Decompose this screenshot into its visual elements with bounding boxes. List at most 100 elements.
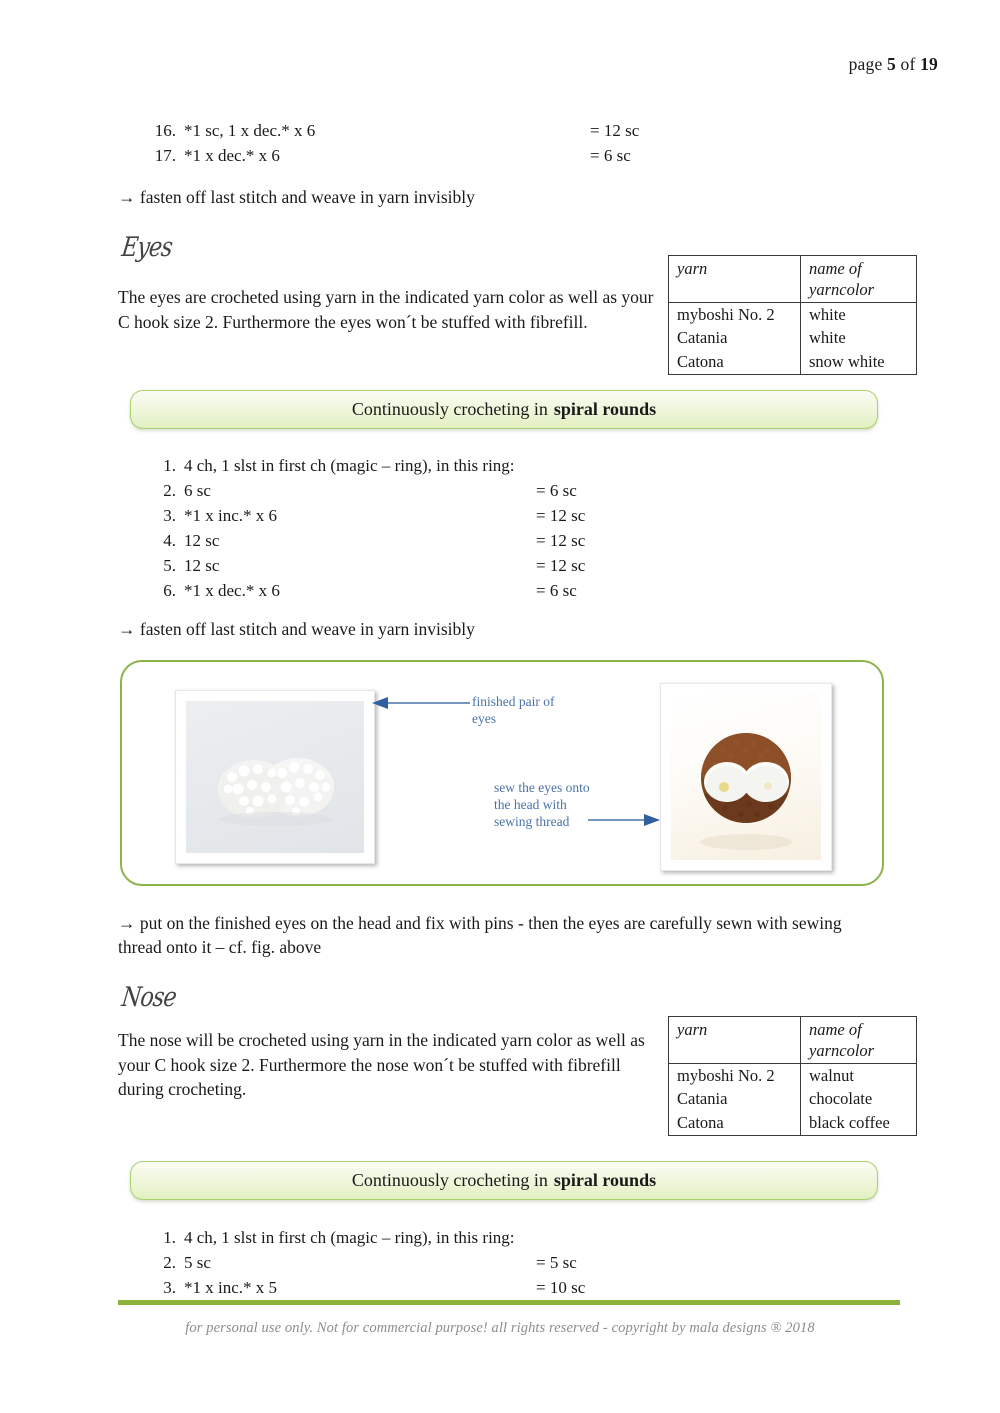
yarncolor-column-header: name of yarncolor: [800, 255, 917, 303]
section-heading-nose: Nose: [120, 982, 178, 1013]
eyes-figure-box: finished pair of eyes sew the eyes onto …: [120, 660, 884, 886]
row-count: = 5 sc: [536, 1253, 577, 1272]
finished-eyes-illustration: [218, 758, 334, 826]
yarn-column-header: yarn: [668, 1016, 801, 1064]
yarn-color: snow white: [800, 349, 917, 375]
table-row: 1. 4 ch, 1 slst in first ch (magic – rin…: [146, 1225, 846, 1250]
photo-owl-head-frame: [660, 683, 832, 871]
table-row: 4. 12 sc = 12 sc: [146, 528, 846, 553]
table-row: 17. *1 x dec.* x 6 = 6 sc: [146, 143, 846, 168]
row-text: *1 x inc.* x 6: [184, 506, 278, 525]
page-number: 5: [887, 54, 896, 74]
row-count: = 6 sc: [590, 146, 631, 165]
row-number: 5.: [163, 556, 176, 575]
table-row: 6. *1 x dec.* x 6 = 6 sc: [146, 578, 846, 603]
row-count: = 6 sc: [536, 481, 577, 500]
yarn-color: black coffee: [800, 1110, 917, 1136]
page-header-middle: of: [900, 54, 916, 74]
row-text: 4 ch, 1 slst in first ch (magic – ring),…: [184, 456, 515, 475]
head-pattern-rows: 16. *1 sc, 1 x dec.* x 6 = 12 sc 17. *1 …: [146, 118, 846, 168]
row-text: *1 sc, 1 x dec.* x 6: [184, 121, 316, 140]
annotation-line1: sew the eyes onto: [494, 780, 590, 795]
footer-divider: [118, 1300, 900, 1305]
table-header-row: yarn name of yarncolor: [668, 255, 917, 303]
table-row: 3. *1 x inc.* x 6 = 12 sc: [146, 503, 846, 528]
photo-finished-eyes: [186, 701, 364, 853]
yarn-name: Catania: [668, 1087, 801, 1110]
yarn-name: Catania: [668, 326, 801, 349]
yarn-color: walnut: [800, 1063, 917, 1087]
yarncolor-column-header: name of yarncolor: [800, 1016, 917, 1064]
row-number: 4.: [163, 531, 176, 550]
section-heading-eyes: Eyes: [120, 232, 174, 263]
row-text: *1 x dec.* x 6: [184, 581, 280, 600]
yarn-name: Catona: [668, 1110, 801, 1136]
yarn-column-header: yarn: [668, 255, 801, 303]
row-number: 3.: [163, 1278, 176, 1297]
table-row: 1. 4 ch, 1 slst in first ch (magic – rin…: [146, 453, 846, 478]
row-text: 5 sc: [184, 1253, 211, 1272]
page-header-prefix: page: [848, 54, 883, 74]
annotation-line2: eyes: [472, 711, 496, 726]
table-row: 2. 6 sc = 6 sc: [146, 478, 846, 503]
row-number: 17.: [154, 146, 176, 165]
yarncolor-header-line1: name of: [809, 1020, 862, 1039]
nose-spiral-rounds-banner: Continuously crocheting in spiral rounds: [130, 1161, 878, 1200]
row-number: 2.: [163, 481, 176, 500]
yarncolor-header-line1: name of: [809, 259, 862, 278]
table-row: 16. *1 sc, 1 x dec.* x 6 = 12 sc: [146, 118, 846, 143]
table-row: Catona snow white: [668, 349, 917, 375]
arrow-to-finished-eyes: [372, 697, 470, 709]
annotation-finished-pair-of-eyes: finished pair of eyes: [472, 693, 602, 727]
row-count: = 10 sc: [536, 1278, 586, 1297]
yarn-name: Catona: [668, 349, 801, 375]
table-row: 5. 12 sc = 12 sc: [146, 553, 846, 578]
eyes-attach-instruction: → put on the finished eyes on the head a…: [118, 913, 842, 957]
yarncolor-header-line2: yarncolor: [809, 1041, 875, 1060]
row-text: 6 sc: [184, 481, 211, 500]
nose-yarn-table: yarn name of yarncolor myboshi No. 2 wal…: [668, 1016, 917, 1136]
annotation-line1: finished pair of: [472, 694, 555, 709]
table-row: Catania white: [668, 326, 917, 349]
table-row: myboshi No. 2 white: [668, 302, 917, 326]
eyes-fasten-off-note: → fasten off last stitch and weave in ya…: [118, 619, 475, 639]
row-count: = 12 sc: [536, 556, 586, 575]
banner-prefix: Continuously crocheting in: [351, 399, 548, 419]
row-text: *1 x inc.* x 5: [184, 1278, 278, 1297]
banner-emphasis: spiral rounds: [553, 1170, 657, 1190]
row-number: 1.: [163, 1228, 176, 1247]
yarncolor-header-line2: yarncolor: [809, 280, 875, 299]
yarn-name: myboshi No. 2: [668, 302, 801, 326]
photo-owl-head: [671, 694, 821, 860]
row-number: 16.: [154, 121, 176, 140]
row-number: 3.: [163, 506, 176, 525]
eyes-description: The eyes are crocheted using yarn in the…: [118, 287, 654, 332]
row-number: 2.: [163, 1253, 176, 1272]
row-text: *1 x dec.* x 6: [184, 146, 280, 165]
eyes-spiral-rounds-banner: Continuously crocheting in spiral rounds: [130, 390, 878, 429]
photo-finished-eyes-frame: [175, 690, 375, 864]
footer-copyright: for personal use only. Not for commercia…: [185, 1320, 815, 1336]
table-row: 3. *1 x inc.* x 5 = 10 sc: [146, 1275, 846, 1300]
yarn-color: chocolate: [800, 1087, 917, 1110]
row-count: = 12 sc: [536, 531, 586, 550]
row-number: 1.: [163, 456, 176, 475]
total-pages: 19: [920, 54, 938, 74]
table-row: 2. 5 sc = 5 sc: [146, 1250, 846, 1275]
banner-prefix: Continuously crocheting in: [351, 1170, 548, 1190]
row-count: = 6 sc: [536, 581, 577, 600]
yarn-color: white: [800, 326, 917, 349]
row-count: = 12 sc: [536, 506, 586, 525]
head-fasten-off-note: → fasten off last stitch and weave in ya…: [118, 187, 475, 207]
eyes-yarn-table: yarn name of yarncolor myboshi No. 2 whi…: [668, 255, 917, 375]
page-header: page 5 of 19: [849, 54, 938, 75]
row-number: 6.: [163, 581, 176, 600]
yarn-color: white: [800, 302, 917, 326]
eyes-pattern-rows: 1. 4 ch, 1 slst in first ch (magic – rin…: [146, 453, 846, 603]
annotation-line3: sewing thread: [494, 814, 570, 829]
row-text: 12 sc: [184, 556, 220, 575]
arrow-to-owl-head: [588, 814, 660, 826]
row-count: = 12 sc: [590, 121, 640, 140]
row-text: 4 ch, 1 slst in first ch (magic – ring),…: [184, 1228, 515, 1247]
nose-description: The nose will be crocheted using yarn in…: [118, 1030, 645, 1099]
